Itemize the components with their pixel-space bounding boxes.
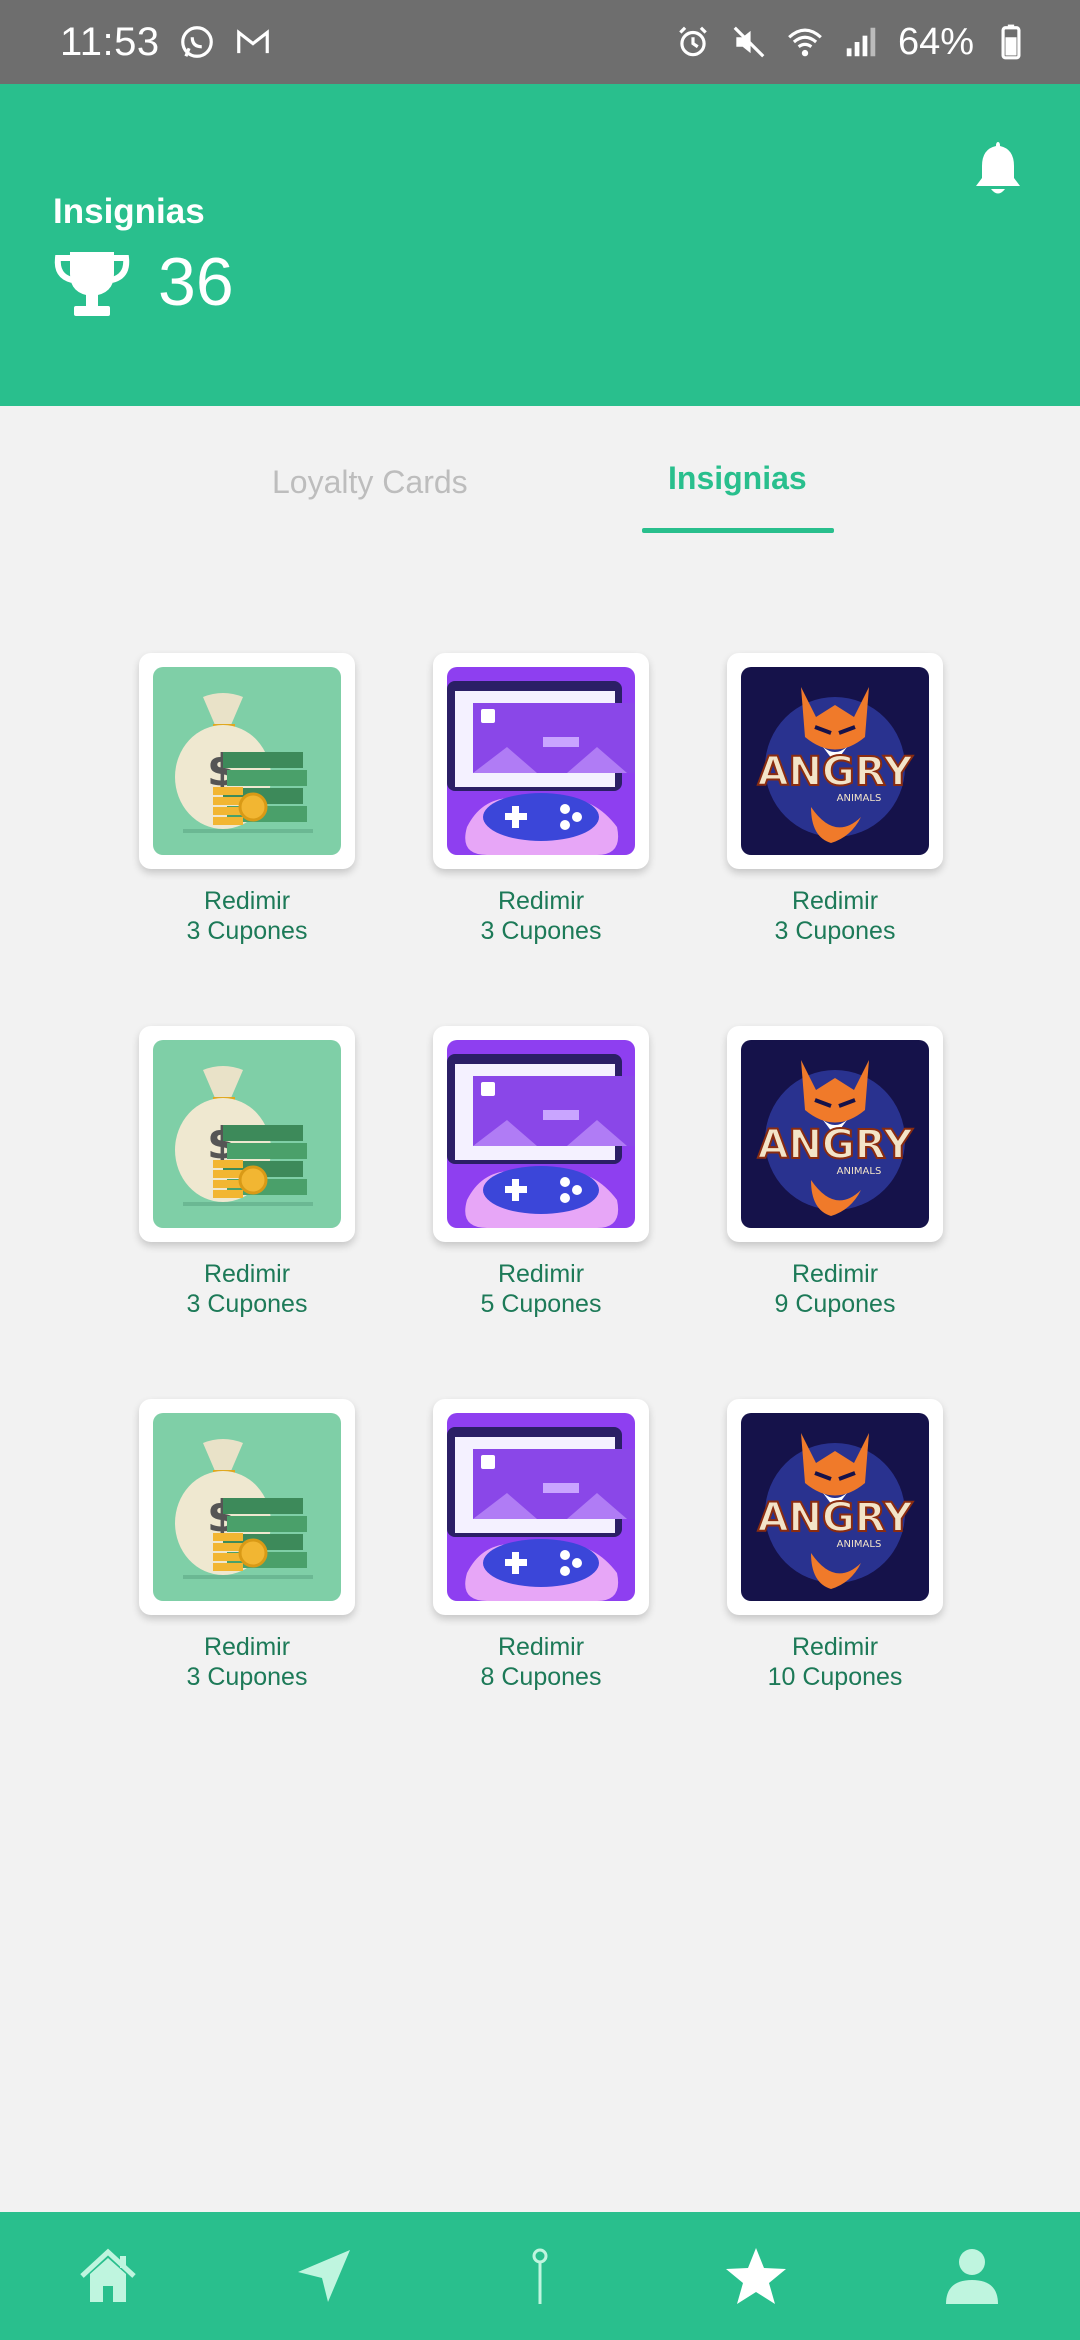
badge-text: Redimir 5 Cupones: [411, 1259, 671, 1319]
app-screen: 11:53 64% Insignias 36 Loyalty Cards Ins…: [0, 0, 1080, 2340]
badge-card: $: [139, 1399, 355, 1615]
bell-icon[interactable]: [970, 138, 1026, 198]
badge-coupons: 3 Cupones: [480, 917, 602, 945]
gamepad-image: [447, 1413, 635, 1601]
angry-logo-text: ANGRY: [758, 749, 914, 795]
trophy-icon: [54, 252, 130, 316]
badge-action: Redimir: [791, 1260, 879, 1288]
navigate-icon: [298, 2250, 350, 2302]
badge-coupons: 3 Cupones: [774, 917, 896, 945]
badge-card: [433, 653, 649, 869]
badge-action: Redimir: [791, 887, 879, 915]
angry-logo-text: ANGRY: [758, 1495, 914, 1541]
battery-percent: 64%: [897, 20, 974, 63]
badge-count: 36: [158, 244, 234, 320]
angry-logo-subtext: ANIMALS: [837, 1539, 882, 1550]
badge-text: Redimir 3 Cupones: [117, 1632, 377, 1692]
nav-home[interactable]: [48, 2212, 168, 2340]
header-label: Insignias: [53, 192, 205, 231]
badge-item[interactable]: $ Redimir 3 Cupones: [60, 1023, 355, 1333]
badge-action: Redimir: [497, 1260, 585, 1288]
tab-bar: Loyalty Cards Insignias: [0, 430, 1080, 540]
status-left: 11:53: [60, 20, 272, 65]
badge-card: [433, 1026, 649, 1242]
money-bag-image: $: [153, 1413, 341, 1601]
badge-action: Redimir: [203, 1260, 291, 1288]
angry-logo-subtext: ANIMALS: [837, 793, 882, 804]
badge-text: Redimir 9 Cupones: [705, 1259, 965, 1319]
mute-icon: [733, 26, 765, 58]
money-bag-image: $: [153, 1040, 341, 1228]
badge-coupons: 5 Cupones: [480, 1290, 602, 1318]
signal-icon: [846, 27, 876, 57]
badge-card: ANGRY ANIMALS: [727, 653, 943, 869]
badge-action: Redimir: [497, 1633, 585, 1661]
badge-text: Redimir 3 Cupones: [117, 886, 377, 946]
whatsapp-icon: [180, 26, 213, 58]
alarm-icon: [679, 26, 707, 57]
badge-item[interactable]: Redimir 3 Cupones: [354, 650, 649, 960]
status-bar: 11:53 64%: [0, 0, 1080, 84]
bottom-nav: [0, 2212, 1080, 2340]
badge-item[interactable]: $ Redimir 3 Cupones: [60, 1396, 355, 1706]
badge-coupons: 3 Cupones: [186, 1663, 308, 1691]
badge-coupons: 3 Cupones: [186, 1290, 308, 1318]
tab-loyalty-cards[interactable]: Loyalty Cards: [272, 464, 468, 501]
nav-profile[interactable]: [912, 2212, 1032, 2340]
badge-text: Redimir 3 Cupones: [705, 886, 965, 946]
badge-text: Redimir 3 Cupones: [117, 1259, 377, 1319]
badge-text: Redimir 8 Cupones: [411, 1632, 671, 1692]
battery-icon: [1001, 24, 1021, 60]
badge-action: Redimir: [203, 1633, 291, 1661]
badge-action: Redimir: [791, 1633, 879, 1661]
home-icon: [80, 2248, 136, 2302]
badge-coupons: 8 Cupones: [480, 1663, 602, 1691]
badge-item[interactable]: ANGRY ANIMALS Redimir 10 Cupones: [648, 1396, 943, 1706]
badge-coupons: 10 Cupones: [767, 1663, 903, 1691]
angry-animals-image: ANGRY ANIMALS: [741, 667, 929, 855]
status-time: 11:53: [60, 19, 160, 64]
profile-icon: [946, 2249, 998, 2304]
angry-animals-image: ANGRY ANIMALS: [741, 1413, 929, 1601]
badge-card: ANGRY ANIMALS: [727, 1399, 943, 1615]
pin-icon: [532, 2248, 548, 2304]
status-right: 64%: [674, 21, 1030, 64]
angry-logo-text: ANGRY: [758, 1122, 914, 1168]
gmail-icon: [236, 29, 269, 54]
tab-insignias[interactable]: Insignias: [668, 460, 807, 497]
wifi-icon: [788, 28, 822, 57]
badge-item[interactable]: ANGRY ANIMALS Redimir 9 Cupones: [648, 1023, 943, 1333]
badge-item[interactable]: $ Redimir 3 Cupones: [60, 650, 355, 960]
badge-item[interactable]: Redimir 5 Cupones: [354, 1023, 649, 1333]
badge-item[interactable]: Redimir 8 Cupones: [354, 1396, 649, 1706]
header: Insignias 36: [0, 84, 1080, 406]
badge-coupons: 9 Cupones: [774, 1290, 896, 1318]
badge-text: Redimir 3 Cupones: [411, 886, 671, 946]
nav-pin[interactable]: [480, 2212, 600, 2340]
badge-action: Redimir: [497, 887, 585, 915]
star-icon: [726, 2248, 786, 2304]
nav-navigate[interactable]: [264, 2212, 384, 2340]
money-bag-image: $: [153, 667, 341, 855]
active-tab-indicator: [642, 528, 834, 533]
angry-animals-image: ANGRY ANIMALS: [741, 1040, 929, 1228]
badge-card: ANGRY ANIMALS: [727, 1026, 943, 1242]
gamepad-image: [447, 1040, 635, 1228]
badge-card: $: [139, 1026, 355, 1242]
badge-card: $: [139, 653, 355, 869]
badge-card: [433, 1399, 649, 1615]
badge-coupons: 3 Cupones: [186, 917, 308, 945]
badge-action: Redimir: [203, 887, 291, 915]
badge-text: Redimir 10 Cupones: [705, 1632, 965, 1692]
nav-star[interactable]: [696, 2212, 816, 2340]
gamepad-image: [447, 667, 635, 855]
angry-logo-subtext: ANIMALS: [837, 1166, 882, 1177]
badge-item[interactable]: ANGRY ANIMALS Redimir 3 Cupones: [648, 650, 943, 960]
